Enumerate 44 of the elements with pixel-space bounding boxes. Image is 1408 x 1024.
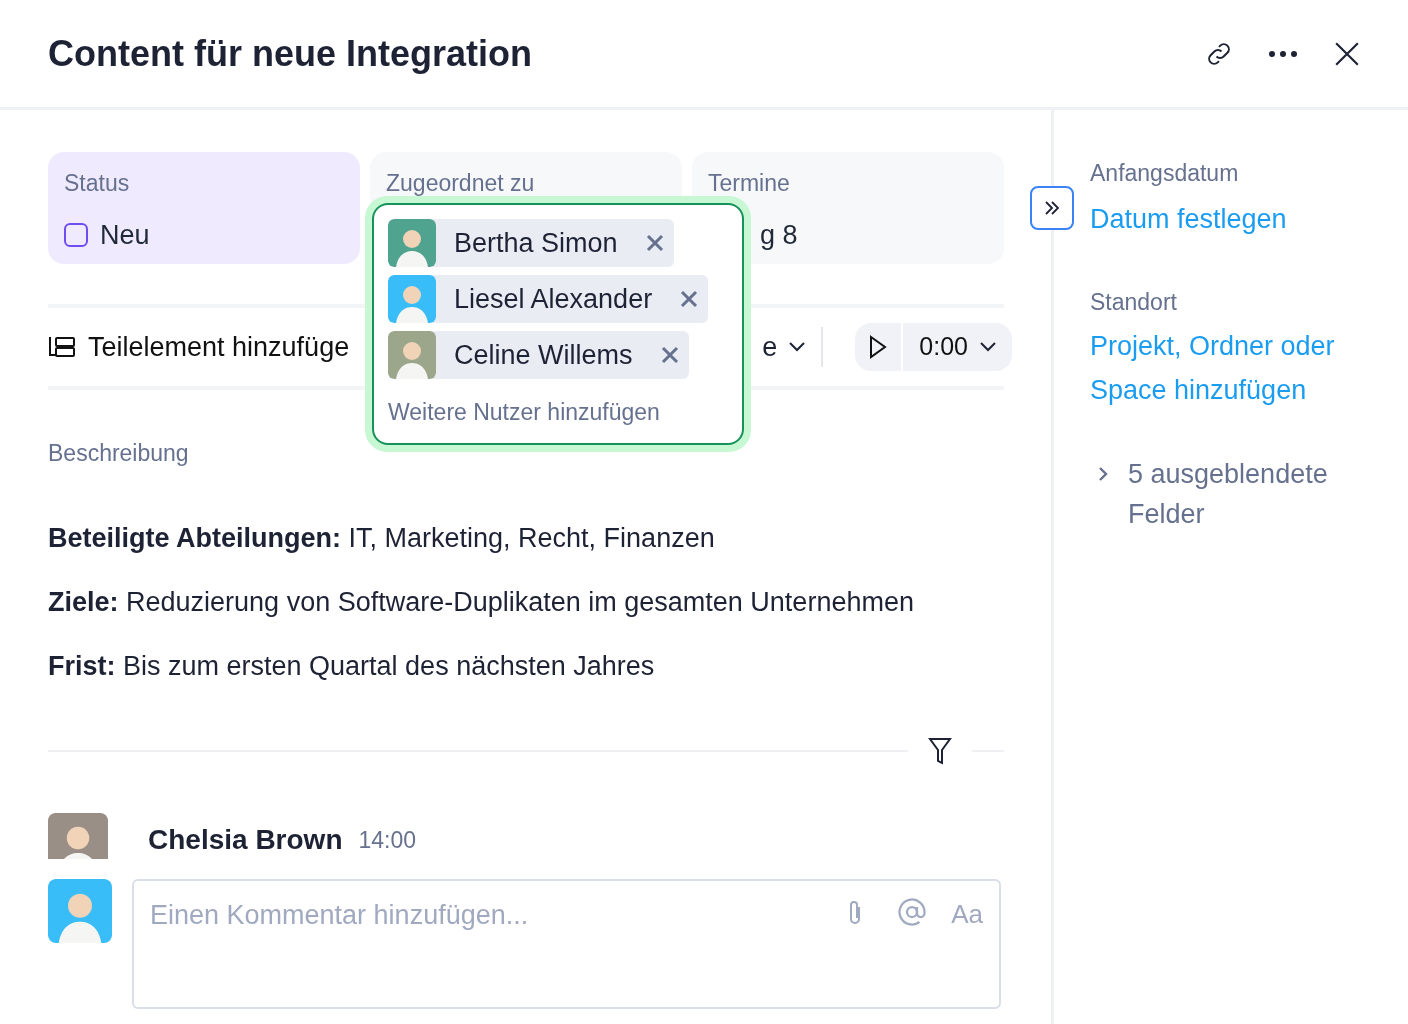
filter-icon[interactable] <box>928 736 952 765</box>
timer-value: 0:00 <box>919 331 968 363</box>
description-paragraph: Beteiligte Abteilungen: IT, Marketing, Recht, Finanzen <box>48 521 716 555</box>
window-title: Content für neue Integration <box>48 31 533 76</box>
status-checkbox[interactable] <box>64 222 88 247</box>
description-label: Beschreibung <box>48 439 190 468</box>
avatar <box>48 812 108 859</box>
field-label: Anfangsdatum <box>1090 159 1240 188</box>
add-subtask-button[interactable]: Teilelement hinzufüge <box>48 326 350 368</box>
remove-icon[interactable] <box>645 234 664 252</box>
assignee-name: Liesel Alexander <box>454 282 653 316</box>
expand-sidebar-button[interactable] <box>1030 186 1074 230</box>
description-paragraph: Frist: Bis zum ersten Quartal des nächsten Jahres <box>48 649 656 683</box>
field-card[interactable]: Status Neu <box>48 152 360 264</box>
subtask-icon <box>48 335 76 359</box>
date-value: g 8 <box>759 218 799 252</box>
timer-control[interactable]: 0:00 <box>855 323 1012 371</box>
avatar <box>48 878 112 943</box>
dropdown-button[interactable]: e <box>762 326 806 368</box>
remove-icon[interactable] <box>660 346 679 364</box>
close-icon[interactable] <box>1334 40 1360 67</box>
comment-time: 14:00 <box>358 825 417 855</box>
field-label: Status <box>64 169 131 198</box>
assignee-chip[interactable]: Bertha Simon <box>388 219 674 267</box>
field-label: Standort <box>1090 288 1178 317</box>
assignee-chip[interactable]: Celine Willems <box>388 331 689 379</box>
more-icon[interactable] <box>1268 48 1298 59</box>
assignee-name: Bertha Simon <box>454 226 618 260</box>
description-paragraph: Ziele: Reduzierung von Software-Duplikaten im gesamten Unternehmen <box>48 585 915 619</box>
remove-icon[interactable] <box>680 290 699 308</box>
hidden-fields-toggle[interactable]: 5 ausgeblendete Felder <box>1098 453 1408 534</box>
chevron-down-icon <box>789 342 806 352</box>
field-label: Termine <box>708 169 791 198</box>
play-icon[interactable] <box>869 335 888 359</box>
double-chevron-icon <box>1043 199 1061 217</box>
chevron-right-icon <box>1098 465 1108 482</box>
assignee-chip[interactable]: Liesel Alexander <box>388 275 709 323</box>
chevron-down-icon <box>980 342 996 352</box>
comment-author: Chelsia Brown <box>148 822 343 857</box>
status-value: Neu <box>100 218 150 252</box>
field-label: Zugeordnet zu <box>386 169 536 198</box>
comment-input[interactable]: Einen Kommentar hinzufügen... <box>150 894 830 935</box>
assignee-name: Celine Willems <box>454 338 633 372</box>
add-users-link[interactable]: Weitere Nutzer hinzufügen <box>388 395 660 430</box>
